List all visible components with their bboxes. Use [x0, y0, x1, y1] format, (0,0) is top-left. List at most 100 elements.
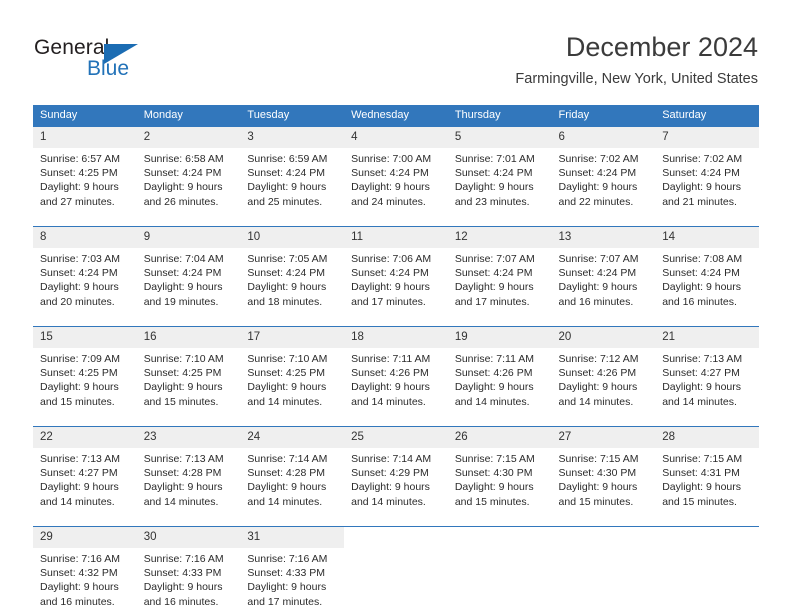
calendar-day-cell[interactable]: 7 Sunrise: 7:02 AM Sunset: 4:24 PM Daylight…: [655, 127, 759, 212]
calendar-day-cell[interactable]: 4 Sunrise: 7:00 AM Sunset: 4:24 PM Daylight…: [344, 127, 448, 212]
calendar-day-cell[interactable]: 21 Sunrise: 7:13 AM Sunset: 4:27 PM Dayligh…: [655, 326, 759, 412]
calendar-day-cell[interactable]: 23 Sunrise: 7:13 AM Sunset: 4:28 PM Dayligh…: [136, 426, 241, 512]
daylight-text-line2: and 27 minutes.: [40, 195, 115, 208]
day-details: Sunrise: 7:03 AM Sunset: 4:24 PM Daylight:…: [33, 248, 137, 312]
daylight-text-line2: and 15 minutes.: [40, 395, 115, 408]
calendar-day-cell[interactable]: 3 Sunrise: 6:59 AM Sunset: 4:24 PM Daylight…: [240, 127, 345, 212]
day-number: 9: [136, 227, 241, 248]
sunset-text: Sunset: 4:24 PM: [558, 267, 637, 280]
day-number: 30: [136, 527, 241, 548]
daylight-text-line2: and 15 minutes.: [143, 395, 219, 408]
logo-text-blue: Blue: [87, 57, 130, 80]
calendar-day-cell[interactable]: 28 Sunrise: 7:15 AM Sunset: 4:31 PM Dayligh…: [655, 426, 759, 512]
week-spacer-cell: [655, 512, 759, 527]
day-details: Sunrise: 7:10 AM Sunset: 4:25 PM Daylight:…: [137, 348, 241, 412]
daylight-text-line1: Daylight: 9 hours: [143, 481, 223, 494]
day-number: 29: [33, 527, 137, 548]
day-number: 26: [447, 427, 552, 448]
daylight-text-line2: and 17 minutes.: [351, 295, 426, 308]
sunset-text: Sunset: 4:25 PM: [247, 367, 326, 380]
sunrise-text: Sunrise: 7:12 AM: [558, 353, 639, 365]
sunset-text: Sunset: 4:24 PM: [454, 167, 533, 180]
day-details: Sunrise: 7:16 AM Sunset: 4:32 PM Daylight:…: [33, 548, 137, 612]
calendar-day-cell[interactable]: 12 Sunrise: 7:07 AM Sunset: 4:24 PM Dayligh…: [447, 226, 552, 312]
daylight-text-line2: and 14 minutes.: [662, 395, 737, 408]
day-number: 1: [33, 127, 137, 148]
week-spacer-cell: [240, 212, 345, 227]
calendar-day-cell[interactable]: 20 Sunrise: 7:12 AM Sunset: 4:26 PM Dayligh…: [551, 326, 656, 412]
calendar-table: Sunday Monday Tuesday Wednesday Thursday…: [33, 105, 759, 612]
sunset-text: Sunset: 4:33 PM: [247, 567, 326, 580]
calendar-day-cell[interactable]: 9 Sunrise: 7:04 AM Sunset: 4:24 PM Daylight…: [136, 226, 241, 312]
calendar-day-cell[interactable]: 29 Sunrise: 7:16 AM Sunset: 4:32 PM Dayligh…: [33, 526, 137, 612]
week-spacer-cell: [447, 312, 552, 327]
day-details: Sunrise: 7:05 AM Sunset: 4:24 PM Daylight:…: [240, 248, 344, 312]
week-spacer-cell: [344, 312, 448, 327]
calendar-day-cell[interactable]: 18 Sunrise: 7:11 AM Sunset: 4:26 PM Dayligh…: [344, 326, 448, 412]
sunset-text: Sunset: 4:29 PM: [351, 467, 429, 480]
sunrise-text: Sunrise: 7:10 AM: [143, 353, 224, 365]
weekday-header-saturday: Saturday: [655, 105, 759, 127]
calendar-day-cell[interactable]: 11 Sunrise: 7:06 AM Sunset: 4:24 PM Dayligh…: [344, 226, 448, 312]
sunset-text: Sunset: 4:32 PM: [40, 567, 118, 580]
general-blue-logo[interactable]: General Blue: [34, 36, 214, 84]
calendar-day-cell[interactable]: 22 Sunrise: 7:13 AM Sunset: 4:27 PM Dayligh…: [33, 426, 137, 512]
day-number: 10: [240, 227, 345, 248]
daylight-text-line2: and 14 minutes.: [454, 395, 530, 408]
daylight-text-line1: Daylight: 9 hours: [40, 581, 119, 594]
sunset-text: Sunset: 4:27 PM: [40, 467, 118, 480]
calendar-day-cell[interactable]: 6 Sunrise: 7:02 AM Sunset: 4:24 PM Daylight…: [551, 127, 656, 212]
calendar-day-cell[interactable]: 26 Sunrise: 7:15 AM Sunset: 4:30 PM Dayligh…: [447, 426, 552, 512]
week-spacer-cell: [136, 512, 241, 527]
daylight-text-line1: Daylight: 9 hours: [662, 381, 742, 394]
calendar-day-cell[interactable]: 16 Sunrise: 7:10 AM Sunset: 4:25 PM Dayligh…: [136, 326, 241, 412]
calendar-day-cell[interactable]: 27 Sunrise: 7:15 AM Sunset: 4:30 PM Dayligh…: [551, 426, 656, 512]
calendar-day-cell[interactable]: 5 Sunrise: 7:01 AM Sunset: 4:24 PM Daylight…: [447, 127, 552, 212]
calendar-day-cell[interactable]: 8 Sunrise: 7:03 AM Sunset: 4:24 PM Daylight…: [33, 226, 137, 312]
sunset-text: Sunset: 4:25 PM: [143, 367, 222, 380]
sunrise-text: Sunrise: 6:57 AM: [40, 153, 120, 165]
calendar-day-cell[interactable]: 13 Sunrise: 7:07 AM Sunset: 4:24 PM Dayligh…: [551, 226, 656, 312]
daylight-text-line2: and 17 minutes.: [454, 295, 530, 308]
calendar-day-cell[interactable]: 19 Sunrise: 7:11 AM Sunset: 4:26 PM Dayligh…: [447, 326, 552, 412]
calendar-day-cell[interactable]: 10 Sunrise: 7:05 AM Sunset: 4:24 PM Dayligh…: [240, 226, 345, 312]
day-details: Sunrise: 7:07 AM Sunset: 4:24 PM Daylight:…: [448, 248, 552, 312]
sunrise-text: Sunrise: 7:07 AM: [454, 253, 535, 265]
day-number: 31: [240, 527, 345, 548]
week-spacer-cell: [551, 312, 656, 327]
calendar-day-cell[interactable]: 31 Sunrise: 7:16 AM Sunset: 4:33 PM Dayligh…: [240, 526, 345, 612]
day-number: [447, 527, 552, 548]
week-spacer-cell: [551, 512, 656, 527]
calendar-day-cell[interactable]: 15 Sunrise: 7:09 AM Sunset: 4:25 PM Dayligh…: [33, 326, 137, 412]
calendar-week-row: 15 Sunrise: 7:09 AM Sunset: 4:25 PM Dayligh…: [33, 326, 759, 412]
calendar-day-cell[interactable]: 30 Sunrise: 7:16 AM Sunset: 4:33 PM Dayligh…: [136, 526, 241, 612]
sunset-text: Sunset: 4:24 PM: [351, 267, 429, 280]
title-block: December 2024 Farmingville, New York, Un…: [515, 30, 758, 89]
calendar-day-cell[interactable]: 14 Sunrise: 7:08 AM Sunset: 4:24 PM Dayligh…: [655, 226, 759, 312]
calendar-week-row: 29 Sunrise: 7:16 AM Sunset: 4:32 PM Dayligh…: [33, 526, 759, 612]
week-spacer: [33, 312, 759, 327]
calendar-day-cell[interactable]: 2 Sunrise: 6:58 AM Sunset: 4:24 PM Daylight…: [136, 127, 241, 212]
week-spacer-cell: [344, 212, 448, 227]
calendar-day-cell[interactable]: 24 Sunrise: 7:14 AM Sunset: 4:28 PM Dayligh…: [240, 426, 345, 512]
calendar-day-cell[interactable]: 1 Sunrise: 6:57 AM Sunset: 4:25 PM Daylight…: [33, 127, 137, 212]
weekday-header-wednesday: Wednesday: [344, 105, 448, 127]
sunset-text: Sunset: 4:24 PM: [662, 267, 740, 280]
sunrise-text: Sunrise: 7:10 AM: [247, 353, 328, 365]
day-details: Sunrise: 7:08 AM Sunset: 4:24 PM Daylight:…: [655, 248, 759, 312]
daylight-text-line2: and 15 minutes.: [662, 495, 737, 508]
sunrise-text: Sunrise: 7:13 AM: [662, 353, 743, 365]
sunrise-text: Sunrise: 7:02 AM: [558, 153, 639, 165]
sunset-text: Sunset: 4:31 PM: [662, 467, 740, 480]
calendar-day-cell[interactable]: 17 Sunrise: 7:10 AM Sunset: 4:25 PM Dayligh…: [240, 326, 345, 412]
page-header: General Blue December 2024 Farmingville,…: [0, 0, 792, 100]
calendar-day-cell[interactable]: 25 Sunrise: 7:14 AM Sunset: 4:29 PM Dayligh…: [344, 426, 448, 512]
day-number: 16: [136, 327, 241, 348]
daylight-text-line1: Daylight: 9 hours: [558, 181, 638, 194]
sunrise-text: Sunrise: 7:02 AM: [662, 153, 743, 165]
daylight-text-line1: Daylight: 9 hours: [40, 481, 119, 494]
daylight-text-line2: and 26 minutes.: [143, 195, 219, 208]
week-spacer-cell: [655, 312, 759, 327]
day-details: [655, 548, 759, 612]
day-details: Sunrise: 7:13 AM Sunset: 4:27 PM Daylight:…: [33, 448, 137, 512]
